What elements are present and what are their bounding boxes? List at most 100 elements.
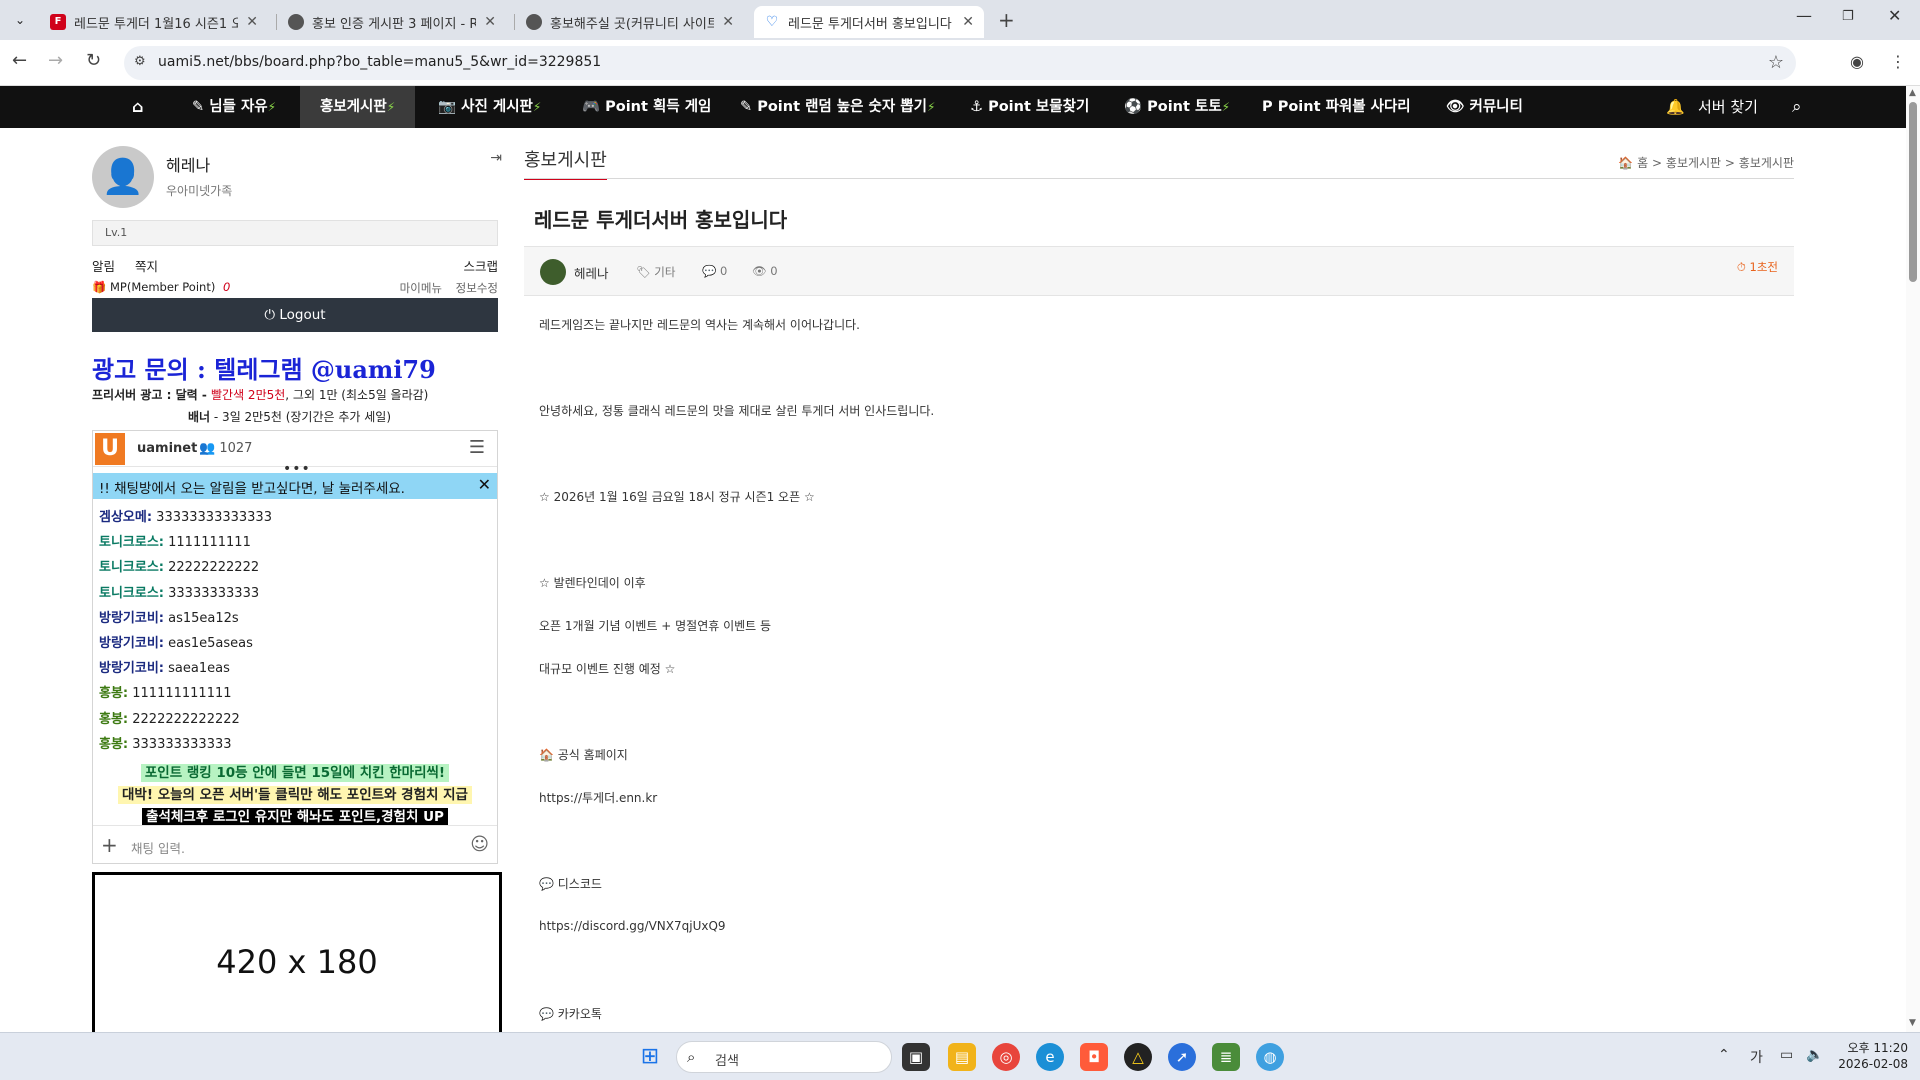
chat-input[interactable]: 채팅 입력. (131, 838, 185, 857)
more-menu-icon[interactable]: ⋮ (1890, 52, 1906, 71)
chrome-icon[interactable]: ◎ (992, 1043, 1020, 1071)
network-icon[interactable]: ▭ (1780, 1047, 1793, 1063)
nav-label: 홍보게시판 (320, 99, 387, 115)
my-menu-link[interactable]: 마이메뉴 (400, 280, 442, 296)
logout-button[interactable]: ⏻ Logout (92, 298, 498, 332)
ad-banner-placeholder[interactable]: 420 x 180 (92, 872, 502, 1052)
volume-icon[interactable]: 🔈 (1806, 1047, 1823, 1063)
site-info-icon[interactable]: ⚙ (134, 54, 146, 69)
notice-text: !! 채팅방에서 오는 알림을 받고싶다면, 날 눌러주세요. (99, 481, 405, 497)
tab-search-icon[interactable]: ⌄ (8, 8, 32, 32)
server-find-link[interactable]: 서버 찾기 (1698, 86, 1758, 128)
msg-author: 방랑기코비: (99, 610, 164, 626)
tray-chevron-icon[interactable]: ⌃ (1718, 1047, 1730, 1063)
taskbar-clock[interactable]: 오후 11:20 2026-02-08 (1838, 1040, 1908, 1072)
comment-count: 💬 0 (702, 264, 727, 278)
user-links: 알림 쪽지 스크랩 (92, 256, 498, 275)
nav-point-treasure[interactable]: ⚓ Point 보물찾기 (970, 86, 1089, 128)
browser-tab-2[interactable]: 홍보 인증 게시판 3 페이지 - R ✕ (278, 6, 506, 38)
home-icon[interactable]: ⌂ (132, 86, 143, 128)
address-bar: ← → ↻ ⚙ uami5.net/bbs/board.php?bo_table… (0, 40, 1920, 86)
nav-promo-board[interactable]: 홍보게시판⚡ (300, 86, 416, 128)
page-scrollbar[interactable]: ▲ ▼ (1906, 86, 1920, 1032)
minimize-icon[interactable]: — (1796, 6, 1812, 25)
tab-title: 레드문 투게더서버 홍보입니다 (788, 16, 952, 32)
file-explorer-icon[interactable]: ▤ (948, 1043, 976, 1071)
chat-message: 홍봉: 333333333333 (99, 732, 495, 757)
sign-out-icon[interactable]: ⇥ (490, 150, 502, 166)
edit-info-link[interactable]: 정보수정 (456, 280, 498, 296)
msg-author: 홍봉: (99, 736, 129, 752)
globe-app-icon[interactable]: ◍ (1256, 1043, 1284, 1071)
promo-text: 출석체크후 로그인 유지만 해놔도 포인트,경험치 UP (142, 808, 448, 826)
board-title: 홍보게시판 (524, 146, 607, 180)
browser-tab-3[interactable]: 홍보해주실 곳(커뮤니티 사이트 ✕ (516, 6, 744, 38)
user-count: 1027 (219, 441, 253, 456)
store-app-icon[interactable]: ◘ (1080, 1043, 1108, 1071)
note-link[interactable]: 쪽지 (135, 259, 158, 274)
discord-link[interactable]: https://discord.gg/VNX7qjUxQ9 (539, 919, 726, 933)
author-name[interactable]: 헤레나 (574, 263, 609, 282)
browser-tab-4-active[interactable]: ♡ 레드문 투게더서버 홍보입니다 ✕ (754, 6, 984, 38)
body-line: ☆ 발렌타인데이 이후 (539, 576, 646, 590)
promo-line-1[interactable]: 포인트 랭킹 10등 안에 들면 15일에 치킨 한마리씩! (93, 761, 497, 782)
close-tab-icon[interactable]: ✕ (722, 14, 734, 30)
bookmark-star-icon[interactable]: ☆ (1768, 52, 1784, 73)
close-tab-icon[interactable]: ✕ (484, 14, 496, 30)
nav-photo-board[interactable]: 📷 사진 게시판⚡ (438, 86, 541, 128)
body-line: 대규모 이벤트 진행 예정 ☆ (539, 662, 676, 676)
emoji-icon[interactable]: ☺ (470, 834, 489, 855)
url-field[interactable]: ⚙ uami5.net/bbs/board.php?bo_table=manu5… (124, 46, 1796, 80)
new-tab-icon[interactable]: + (998, 8, 1015, 32)
mp-value: 0 (222, 280, 231, 294)
chat-message: 토니크로스: 1111111111 (99, 530, 495, 555)
scrap-link[interactable]: 스크랩 (463, 256, 498, 275)
nav-point-powerball[interactable]: P Point 파워볼 사다리 (1262, 86, 1411, 128)
back-icon[interactable]: ← (12, 50, 27, 71)
tab-title: 레드문 투게더 1월16 시즌1 오 (74, 16, 239, 32)
browser-tab-1[interactable]: F 레드문 투게더 1월16 시즌1 오 ✕ (40, 6, 268, 38)
nav-free-board[interactable]: ✎ 님들 자유⚡ (192, 86, 276, 128)
nav-point-game[interactable]: 🎮 Point 획득 게임 (582, 86, 711, 128)
plus-icon[interactable]: + (101, 833, 118, 857)
promo-line-2[interactable]: 대박! 오늘의 오픈 서버'들 클릭만 해도 포인트와 경험치 지급 (93, 783, 497, 804)
nav-community[interactable]: 👁 커뮤니티 (1446, 86, 1523, 128)
alert-link[interactable]: 알림 (92, 259, 115, 274)
nav-point-random[interactable]: ✎ Point 랜덤 높은 숫자 뽑기⚡ (740, 86, 935, 128)
promo-line-3[interactable]: 출석체크후 로그인 유지만 해놔도 포인트,경험치 UP (93, 805, 497, 826)
close-tab-icon[interactable]: ✕ (962, 14, 974, 30)
ime-indicator[interactable]: 가 (1750, 1047, 1763, 1067)
author-avatar[interactable] (540, 259, 566, 285)
users-icon: 👥 (199, 441, 216, 456)
chat-notification-banner[interactable]: !! 채팅방에서 오는 알림을 받고싶다면, 날 눌러주세요. ✕ (93, 473, 497, 499)
avatar[interactable]: 👤 (92, 146, 154, 208)
taskbar-search[interactable]: ⌕ 검색 (676, 1041, 892, 1073)
restore-icon[interactable]: ❐ (1842, 9, 1854, 24)
rocket-app-icon[interactable]: ➚ (1168, 1043, 1196, 1071)
scroll-down-icon[interactable]: ▼ (1909, 1018, 1916, 1028)
scroll-thumb[interactable] (1909, 102, 1917, 282)
view-count: 👁 0 (752, 264, 778, 278)
close-tab-icon[interactable]: ✕ (246, 14, 258, 30)
search-icon[interactable]: ⌕ (1792, 86, 1802, 128)
profile-icon[interactable]: ◉ (1850, 52, 1864, 71)
warning-app-icon[interactable]: △ (1124, 1043, 1152, 1071)
hamburger-menu-icon[interactable]: ☰ (469, 437, 485, 458)
forward-icon[interactable]: → (48, 50, 63, 71)
notepad-icon[interactable]: ≣ (1212, 1043, 1240, 1071)
pencil-icon: ✎ (192, 99, 205, 115)
close-icon[interactable]: ✕ (478, 475, 491, 494)
close-window-icon[interactable]: ✕ (1888, 6, 1901, 25)
edge-icon[interactable]: e (1036, 1043, 1064, 1071)
nav-point-toto[interactable]: ⚽ Point 토토⚡ (1124, 86, 1230, 128)
windows-start-icon[interactable]: ⊞ (636, 1043, 664, 1071)
scroll-up-icon[interactable]: ▲ (1909, 88, 1916, 98)
msg-author: 토니크로스: (99, 585, 164, 601)
category-label: 기타 (654, 265, 676, 279)
bell-icon[interactable]: 🔔 (1666, 86, 1685, 128)
divider (524, 178, 1794, 179)
reload-icon[interactable]: ↻ (86, 50, 101, 71)
breadcrumb[interactable]: 🏠 홈 > 홍보게시판 > 홍보게시판 (1618, 154, 1794, 171)
task-view-icon[interactable]: ▣ (902, 1043, 930, 1071)
homepage-link[interactable]: https://투게더.enn.kr (539, 789, 657, 806)
